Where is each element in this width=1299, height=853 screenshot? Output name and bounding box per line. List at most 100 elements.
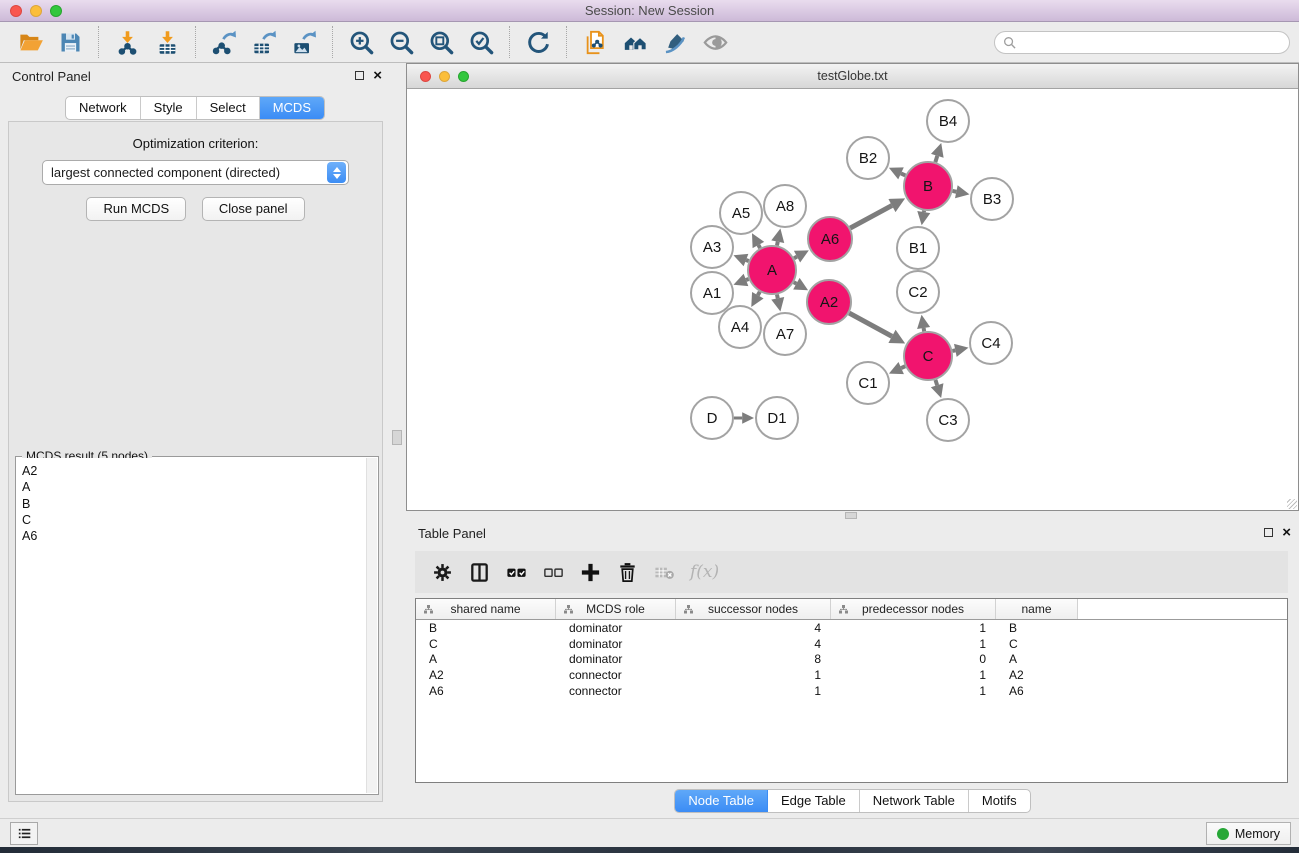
edge-B-B3[interactable] (952, 191, 956, 192)
save-floppy-icon (57, 29, 84, 56)
deselect-all-button[interactable] (542, 561, 565, 584)
resize-grip[interactable] (1287, 499, 1297, 509)
result-item[interactable]: C (22, 512, 377, 528)
function-builder-button[interactable]: f(x) (690, 562, 719, 582)
zoom-out-button[interactable] (381, 24, 421, 60)
criterion-selected-value: largest connected component (directed) (43, 165, 327, 180)
edge-C-C3[interactable] (935, 380, 937, 385)
refresh-button[interactable] (518, 24, 558, 60)
delete-column-button[interactable] (616, 561, 639, 584)
table-row[interactable]: A6connector11A6 (416, 683, 1287, 699)
tab-motifs[interactable]: Motifs (969, 790, 1030, 812)
close-panel-button[interactable]: Close panel (202, 197, 305, 221)
column-header-predecessor-nodes[interactable]: predecessor nodes (831, 599, 996, 619)
window-title: Session: New Session (0, 3, 1299, 18)
table-body: Bdominator41BCdominator41CAdominator80AA… (416, 620, 1287, 699)
desktop-background (0, 847, 1299, 853)
table-cell: A2 (996, 668, 1078, 682)
table-settings-button[interactable] (431, 561, 454, 584)
table-row[interactable]: A2connector11A2 (416, 667, 1287, 683)
memory-button[interactable]: Memory (1206, 822, 1291, 845)
export-network-button[interactable] (204, 24, 244, 60)
edge-A-A7[interactable] (777, 294, 778, 298)
vertical-splitter[interactable] (390, 63, 406, 818)
result-item[interactable]: A6 (22, 528, 377, 544)
column-header-successor-nodes[interactable]: successor nodes (676, 599, 831, 619)
tab-select[interactable]: Select (197, 97, 260, 119)
tab-network-table[interactable]: Network Table (860, 790, 969, 812)
close-panel-icon[interactable]: × (373, 70, 382, 81)
search-input[interactable] (1021, 36, 1281, 50)
edge-B-B4[interactable] (935, 156, 937, 162)
column-header-MCDS-role[interactable]: MCDS role (556, 599, 676, 619)
show-columns-button[interactable] (468, 561, 491, 584)
tab-style[interactable]: Style (141, 97, 197, 119)
result-item[interactable]: A2 (22, 463, 377, 479)
delete-table-button[interactable] (653, 561, 676, 584)
edge-A6-B[interactable] (850, 206, 892, 229)
save-session-button[interactable] (50, 24, 90, 60)
hide-annotations-button[interactable] (655, 24, 695, 60)
add-column-button[interactable] (579, 561, 602, 584)
table-cell: B (416, 621, 556, 635)
tab-mcds[interactable]: MCDS (260, 97, 324, 119)
splitter-grip[interactable] (392, 430, 402, 445)
export-table-button[interactable] (244, 24, 284, 60)
edge-arrowhead (954, 344, 968, 357)
column-header-name[interactable]: name (996, 599, 1078, 619)
first-neighbors-houses-icon (622, 29, 649, 56)
toolbar-separator (566, 26, 567, 58)
first-neighbors-button[interactable] (615, 24, 655, 60)
import-table-button[interactable] (147, 24, 187, 60)
edge-C-C4[interactable] (952, 350, 955, 351)
edge-A-A8[interactable] (777, 242, 778, 246)
edge-A-A4[interactable] (758, 292, 760, 295)
open-session-button[interactable] (10, 24, 50, 60)
table-cell: A (416, 652, 556, 666)
network-canvas[interactable]: B4B2BB3A5A8A6A3AB1A1C2A2A4A7CC4C1DD1C3 (407, 89, 1298, 510)
zoom-in-button[interactable] (341, 24, 381, 60)
edge-A-A5[interactable] (758, 245, 760, 248)
show-graphics-details-button[interactable] (695, 24, 735, 60)
edge-arrowhead (771, 297, 784, 311)
result-item[interactable]: A (22, 479, 377, 495)
table-row[interactable]: Bdominator41B (416, 620, 1287, 636)
table-row[interactable]: Cdominator41C (416, 636, 1287, 652)
delete-table-icon (653, 561, 676, 584)
network-from-selection-button[interactable] (575, 24, 615, 60)
edge-A-A2[interactable] (794, 282, 797, 283)
result-scrollbar[interactable] (366, 458, 377, 793)
tab-edge-table[interactable]: Edge Table (768, 790, 860, 812)
edge-A-A6[interactable] (794, 257, 797, 259)
node-label-D1: D1 (767, 410, 786, 427)
table-row[interactable]: Adominator80A (416, 652, 1287, 668)
column-header-shared-name[interactable]: shared name (416, 599, 556, 619)
task-history-button[interactable] (10, 822, 38, 845)
edge-C-C1[interactable] (901, 366, 905, 368)
close-panel-icon[interactable]: × (1282, 527, 1291, 538)
column-type-icon (423, 604, 434, 615)
float-panel-icon[interactable] (355, 71, 364, 80)
tab-node-table[interactable]: Node Table (675, 790, 768, 812)
export-image-button[interactable] (284, 24, 324, 60)
criterion-select[interactable]: largest connected component (directed) (42, 160, 349, 185)
edge-A2-C[interactable] (849, 313, 892, 336)
result-item[interactable]: B (22, 496, 377, 512)
edge-A-A1[interactable] (746, 279, 749, 280)
splitter-grip[interactable] (845, 512, 857, 519)
edge-B-B2[interactable] (901, 173, 905, 175)
table-type-tabs: Node TableEdge TableNetwork TableMotifs (674, 789, 1030, 813)
select-all-button[interactable] (505, 561, 528, 584)
run-mcds-button[interactable]: Run MCDS (86, 197, 186, 221)
horizontal-splitter[interactable] (406, 511, 1299, 520)
columns-icon (468, 561, 491, 584)
zoom-fit-button[interactable] (421, 24, 461, 60)
edge-C-C2[interactable] (924, 328, 925, 331)
edge-A-A3[interactable] (746, 260, 749, 261)
edge-arrowhead (931, 383, 944, 398)
table-cell: dominator (556, 637, 676, 651)
tab-network[interactable]: Network (66, 97, 141, 119)
import-network-button[interactable] (107, 24, 147, 60)
zoom-selected-button[interactable] (461, 24, 501, 60)
float-panel-icon[interactable] (1264, 528, 1273, 537)
